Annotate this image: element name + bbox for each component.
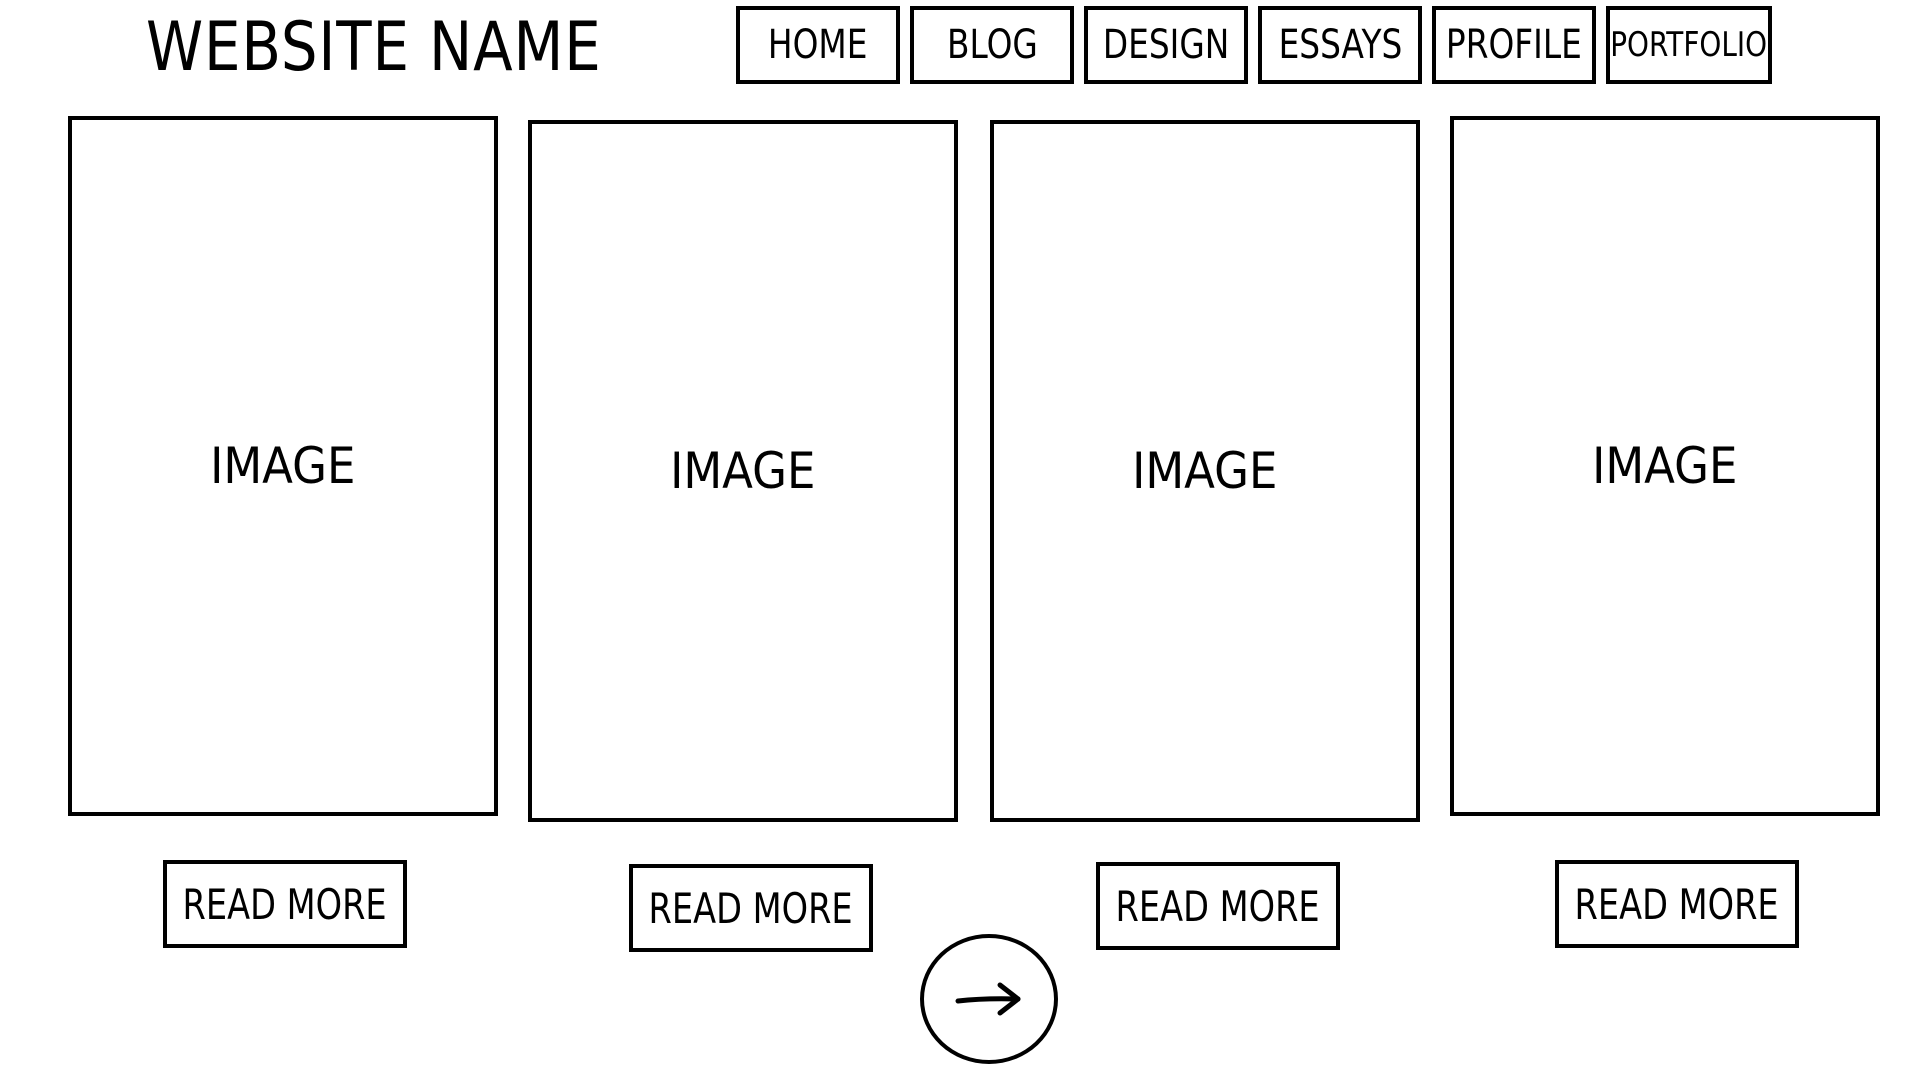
nav-design-label: DESIGN bbox=[1102, 22, 1230, 68]
card-4-read-more-label: READ MORE bbox=[1574, 879, 1780, 929]
card-4-image-placeholder: IMAGE bbox=[1450, 116, 1880, 816]
card-2-image-label: IMAGE bbox=[670, 442, 816, 500]
card-1-image-label: IMAGE bbox=[210, 437, 356, 495]
card-4-read-more-button[interactable]: READ MORE bbox=[1555, 860, 1799, 948]
nav-home-label: HOME bbox=[768, 22, 868, 68]
card-4-image-label: IMAGE bbox=[1592, 437, 1738, 495]
nav-blog-button[interactable]: BLOG bbox=[910, 6, 1074, 84]
nav-portfolio-label: PORTFOLIO bbox=[1610, 25, 1768, 65]
card-3-image-placeholder: IMAGE bbox=[990, 120, 1420, 822]
card-1-image-placeholder: IMAGE bbox=[68, 116, 498, 816]
nav-home-button[interactable]: HOME bbox=[736, 6, 900, 84]
card-1-read-more-button[interactable]: READ MORE bbox=[163, 860, 407, 948]
nav-profile-button[interactable]: PROFILE bbox=[1432, 6, 1596, 84]
next-page-button[interactable] bbox=[920, 934, 1058, 1064]
nav-essays-label: ESSAYS bbox=[1278, 22, 1402, 68]
nav-blog-label: BLOG bbox=[946, 22, 1038, 68]
arrow-right-icon bbox=[955, 982, 1021, 1016]
nav-profile-label: PROFILE bbox=[1446, 22, 1582, 68]
card-3-read-more-button[interactable]: READ MORE bbox=[1096, 862, 1340, 950]
nav-portfolio-button[interactable]: PORTFOLIO bbox=[1606, 6, 1772, 84]
nav-design-button[interactable]: DESIGN bbox=[1084, 6, 1248, 84]
site-name: WEBSITE NAME bbox=[146, 8, 602, 87]
nav-essays-button[interactable]: ESSAYS bbox=[1258, 6, 1422, 84]
card-3-read-more-label: READ MORE bbox=[1115, 881, 1321, 931]
card-2-image-placeholder: IMAGE bbox=[528, 120, 958, 822]
card-2-read-more-label: READ MORE bbox=[648, 883, 854, 933]
card-2-read-more-button[interactable]: READ MORE bbox=[629, 864, 873, 952]
card-1-read-more-label: READ MORE bbox=[182, 879, 388, 929]
card-3-image-label: IMAGE bbox=[1132, 442, 1278, 500]
